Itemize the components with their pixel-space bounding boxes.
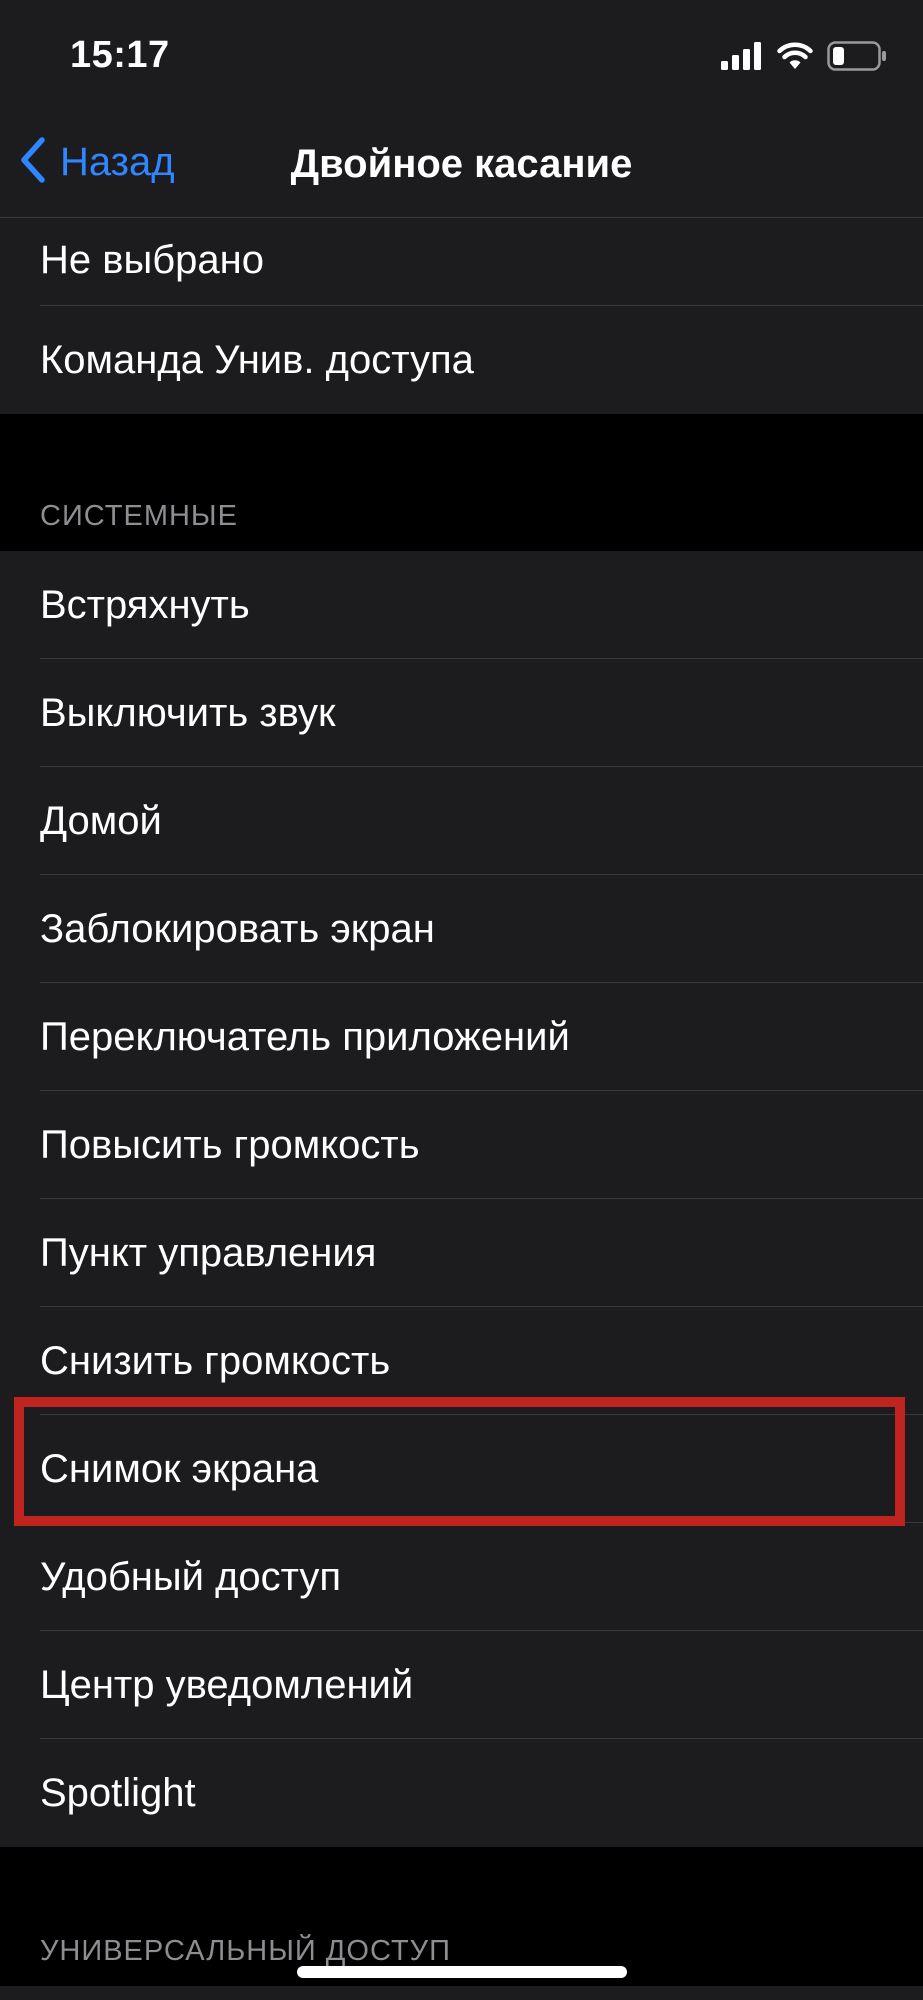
list-item-label: Spotlight — [40, 1771, 196, 1815]
list-item[interactable]: Пункт управления — [0, 1199, 923, 1307]
list-item-screenshot[interactable]: Снимок экрана — [0, 1415, 923, 1523]
top-options-group: Не выбрано Команда Унив. доступа — [0, 218, 923, 414]
list-item[interactable]: Повысить громкость — [0, 1091, 923, 1199]
home-indicator — [297, 1966, 627, 1978]
accessibility-options-group — [0, 1986, 923, 2000]
navigation-bar: Назад Двойное касание — [0, 110, 923, 218]
list-item-label: Команда Унив. доступа — [40, 338, 474, 382]
list-item-label: Заблокировать экран — [40, 907, 435, 951]
list-item-label: Удобный доступ — [40, 1555, 342, 1599]
list-item[interactable]: Spotlight — [0, 1739, 923, 1847]
list-item[interactable]: Домой — [0, 767, 923, 875]
list-item[interactable]: Центр уведомлений — [0, 1631, 923, 1739]
section-header-system: СИСТЕМНЫЕ — [40, 500, 238, 532]
status-bar: 15:17 — [0, 0, 923, 110]
system-options-group: Встряхнуть Выключить звук Домой Заблокир… — [0, 551, 923, 1847]
cellular-signal-icon — [721, 41, 763, 75]
list-item-label: Пункт управления — [40, 1231, 377, 1275]
status-icons — [721, 38, 887, 78]
list-item[interactable]: Команда Унив. доступа — [0, 306, 923, 414]
list-item[interactable]: Выключить звук — [0, 659, 923, 767]
wifi-icon — [777, 42, 813, 75]
list-item[interactable]: Удобный доступ — [0, 1523, 923, 1631]
list-item-label: Центр уведомлений — [40, 1663, 414, 1707]
status-time: 15:17 — [70, 34, 170, 76]
list-item[interactable]: Заблокировать экран — [0, 875, 923, 983]
list-item-label: Встряхнуть — [40, 583, 250, 627]
list-item-label: Снимок экрана — [40, 1447, 319, 1491]
list-item[interactable]: Не выбрано — [0, 218, 923, 306]
list-item-label: Домой — [40, 799, 162, 843]
list-item[interactable]: Встряхнуть — [0, 551, 923, 659]
list-item-label: Переключатель приложений — [40, 1015, 570, 1059]
list-item-label: Повысить громкость — [40, 1123, 420, 1167]
section-header-accessibility: УНИВЕРСАЛЬНЫЙ ДОСТУП — [40, 1935, 451, 1967]
list-item[interactable]: Переключатель приложений — [0, 983, 923, 1091]
list-item-label: Не выбрано — [40, 238, 264, 282]
list-item-label: Снизить громкость — [40, 1339, 391, 1383]
list-item-label: Выключить звук — [40, 691, 336, 735]
battery-icon — [827, 40, 887, 76]
list-item[interactable]: Снизить громкость — [0, 1307, 923, 1415]
page-title: Двойное касание — [290, 142, 633, 186]
